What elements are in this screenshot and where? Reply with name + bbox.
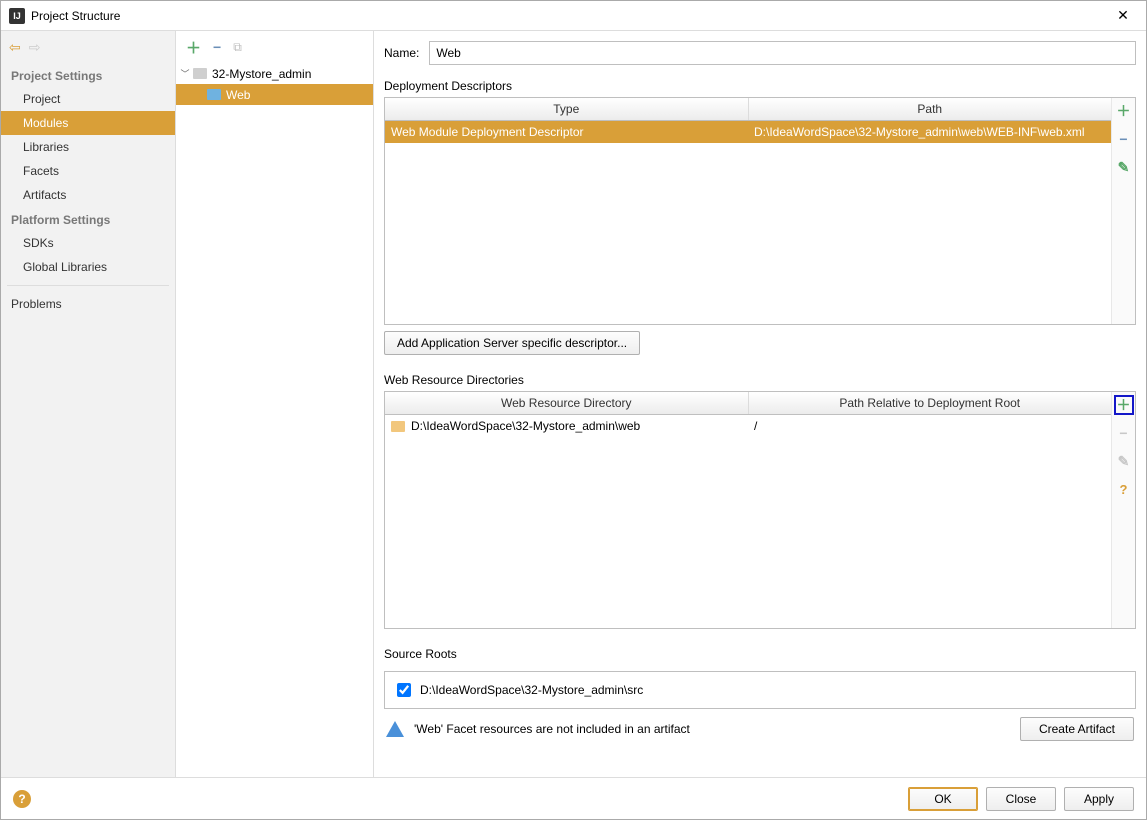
descriptors-add-icon[interactable]: ＋ bbox=[1115, 102, 1133, 120]
resources-table-header: Web Resource Directory Path Relative to … bbox=[385, 392, 1111, 415]
resources-remove-icon[interactable]: − bbox=[1115, 424, 1133, 442]
resource-dir: D:\IdeaWordSpace\32-Mystore_admin\web bbox=[411, 419, 640, 433]
web-facet-icon bbox=[206, 87, 222, 103]
nav-item-libraries[interactable]: Libraries bbox=[1, 135, 175, 159]
nav-item-sdks[interactable]: SDKs bbox=[1, 231, 175, 255]
th-path: Path bbox=[749, 98, 1112, 120]
facet-content: Name: Deployment Descriptors Type Path W… bbox=[374, 31, 1146, 777]
nav-separator bbox=[7, 285, 169, 286]
sidebar-nav: ⇦ ⇨ Project Settings Project Modules Lib… bbox=[1, 31, 176, 777]
source-roots-box: D:\IdeaWordSpace\32-Mystore_admin\src bbox=[384, 671, 1136, 709]
descriptor-type: Web Module Deployment Descriptor bbox=[385, 121, 748, 143]
name-label: Name: bbox=[384, 46, 419, 60]
copy-icon[interactable]: ⧉ bbox=[233, 40, 242, 55]
warning-icon bbox=[386, 721, 404, 737]
create-artifact-button[interactable]: Create Artifact bbox=[1020, 717, 1134, 741]
descriptors-section-label: Deployment Descriptors bbox=[384, 79, 1136, 93]
forward-icon[interactable]: ⇨ bbox=[29, 39, 41, 56]
nav-item-modules[interactable]: Modules bbox=[1, 111, 175, 135]
add-app-server-descriptor-button[interactable]: Add Application Server specific descript… bbox=[384, 331, 640, 355]
descriptors-side-buttons: ＋ − ✎ bbox=[1111, 98, 1135, 324]
close-icon[interactable]: ✕ bbox=[1108, 7, 1138, 24]
nav-heading-project-settings: Project Settings bbox=[1, 63, 175, 87]
dialog-footer: ? OK Close Apply bbox=[1, 777, 1146, 819]
source-roots-section-label: Source Roots bbox=[384, 647, 1136, 661]
descriptors-table-header: Type Path bbox=[385, 98, 1111, 121]
resources-help-icon[interactable]: ? bbox=[1115, 480, 1133, 498]
resource-row[interactable]: D:\IdeaWordSpace\32-Mystore_admin\web / bbox=[385, 415, 1111, 437]
nav-item-project[interactable]: Project bbox=[1, 87, 175, 111]
chevron-down-icon[interactable]: ﹀ bbox=[178, 67, 192, 80]
resources-side-buttons: ＋ − ✎ ? bbox=[1111, 392, 1135, 628]
tree-root-label: 32-Mystore_admin bbox=[212, 67, 311, 81]
name-input[interactable] bbox=[429, 41, 1136, 65]
nav-item-global-libraries[interactable]: Global Libraries bbox=[1, 255, 175, 279]
tree-child-label: Web bbox=[226, 88, 250, 102]
artifact-warning-row: 'Web' Facet resources are not included i… bbox=[384, 709, 1136, 749]
tree-row-root[interactable]: ﹀ 32-Mystore_admin bbox=[176, 63, 373, 84]
resource-rel: / bbox=[748, 415, 1111, 437]
close-button[interactable]: Close bbox=[986, 787, 1056, 811]
resources-section-label: Web Resource Directories bbox=[384, 373, 1136, 387]
resources-edit-icon[interactable]: ✎ bbox=[1115, 452, 1133, 470]
titlebar: IJ Project Structure ✕ bbox=[1, 1, 1146, 31]
module-tree-panel: ＋ − ⧉ ﹀ 32-Mystore_admin Web bbox=[176, 31, 374, 777]
remove-icon[interactable]: − bbox=[213, 39, 221, 55]
descriptor-path: D:\IdeaWordSpace\32-Mystore_admin\web\WE… bbox=[748, 121, 1111, 143]
th-resource-rel: Path Relative to Deployment Root bbox=[749, 392, 1112, 414]
nav-heading-platform-settings: Platform Settings bbox=[1, 207, 175, 231]
tree-row-web[interactable]: Web bbox=[176, 84, 373, 105]
source-root-path: D:\IdeaWordSpace\32-Mystore_admin\src bbox=[420, 683, 643, 697]
nav-item-facets[interactable]: Facets bbox=[1, 159, 175, 183]
folder-icon bbox=[391, 421, 405, 432]
module-tree[interactable]: ﹀ 32-Mystore_admin Web bbox=[176, 63, 373, 777]
folder-icon bbox=[192, 66, 208, 82]
back-icon[interactable]: ⇦ bbox=[9, 39, 21, 56]
app-icon: IJ bbox=[9, 8, 25, 24]
add-icon[interactable]: ＋ bbox=[186, 37, 201, 58]
descriptors-table-body[interactable]: Web Module Deployment Descriptor D:\Idea… bbox=[385, 121, 1111, 324]
ok-button[interactable]: OK bbox=[908, 787, 978, 811]
source-root-checkbox[interactable] bbox=[397, 683, 411, 697]
window-title: Project Structure bbox=[31, 9, 1108, 23]
descriptor-row[interactable]: Web Module Deployment Descriptor D:\Idea… bbox=[385, 121, 1111, 143]
resources-table-body[interactable]: D:\IdeaWordSpace\32-Mystore_admin\web / bbox=[385, 415, 1111, 628]
descriptors-remove-icon[interactable]: − bbox=[1115, 130, 1133, 148]
descriptors-edit-icon[interactable]: ✎ bbox=[1115, 158, 1133, 176]
resource-dir-cell: D:\IdeaWordSpace\32-Mystore_admin\web bbox=[385, 415, 748, 437]
nav-item-artifacts[interactable]: Artifacts bbox=[1, 183, 175, 207]
warning-message: 'Web' Facet resources are not included i… bbox=[414, 722, 1010, 736]
th-type: Type bbox=[385, 98, 749, 120]
help-icon[interactable]: ? bbox=[13, 790, 31, 808]
resources-add-icon[interactable]: ＋ bbox=[1115, 396, 1133, 414]
nav-item-problems[interactable]: Problems bbox=[1, 292, 175, 316]
th-resource-dir: Web Resource Directory bbox=[385, 392, 749, 414]
apply-button[interactable]: Apply bbox=[1064, 787, 1134, 811]
